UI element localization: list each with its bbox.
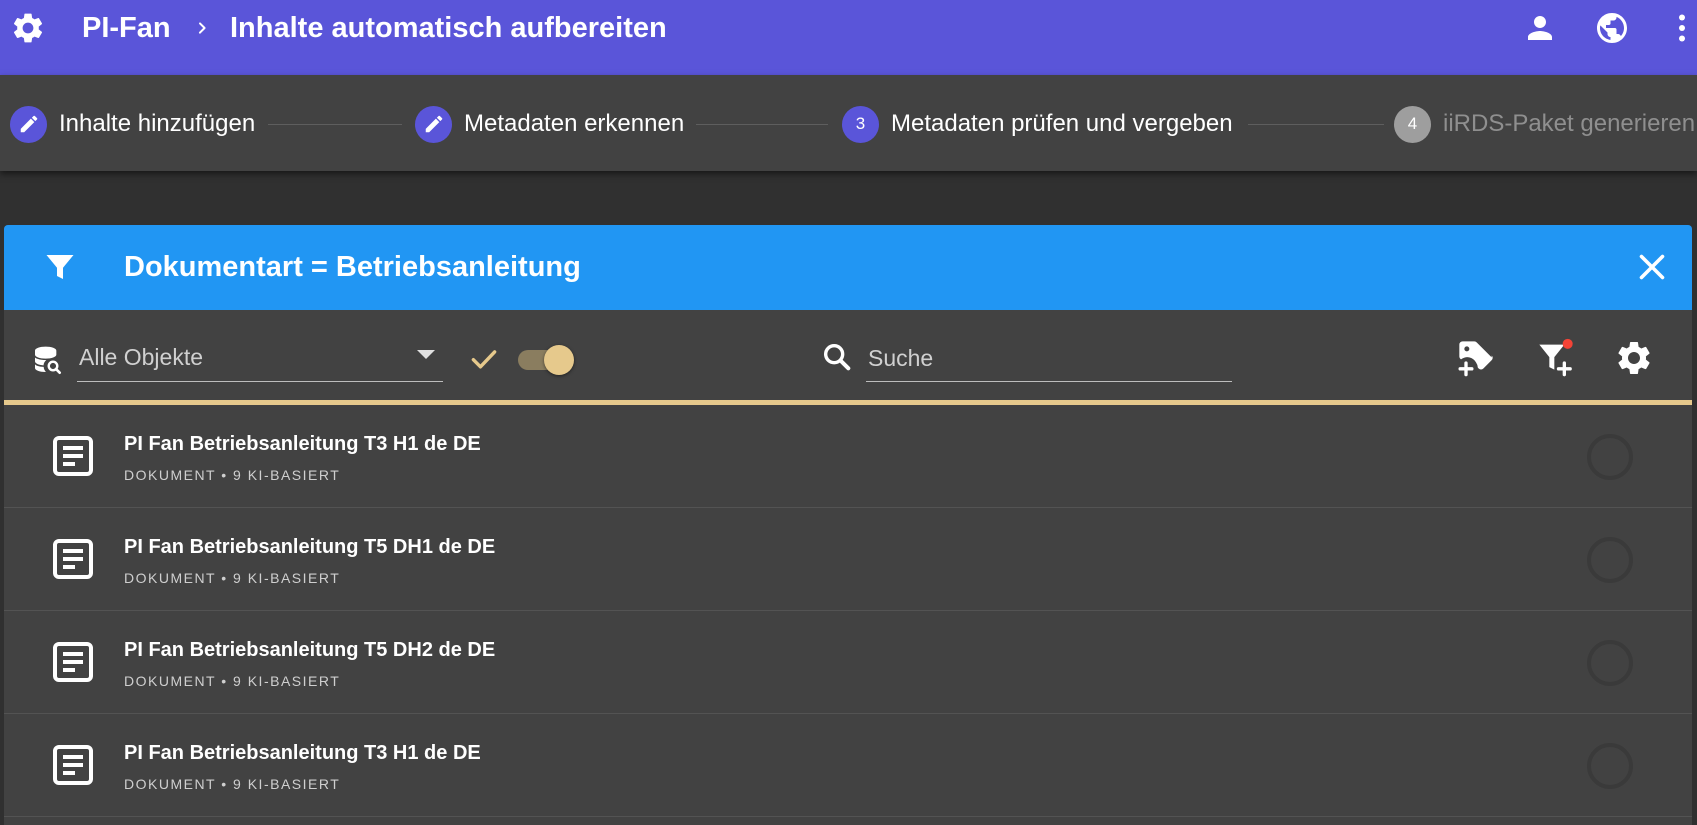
list-item[interactable]: PI Fan Betriebsanleitung T3 H1 de DE DOK… xyxy=(4,405,1692,508)
filter-icon xyxy=(46,255,74,279)
step-label: iiRDS-Paket generieren xyxy=(1443,110,1696,137)
stepper: Inhalte hinzufügen Metadaten erkennen 3 … xyxy=(0,75,1697,171)
check-icon[interactable] xyxy=(467,342,501,376)
filter-plus-icon[interactable] xyxy=(1536,338,1576,378)
document-icon xyxy=(53,436,93,476)
filter-text: Dokumentart = Betriebsanleitung xyxy=(124,251,581,283)
item-select-radio[interactable] xyxy=(1587,537,1633,583)
app-toolbar: PI-Fan Inhalte automatisch aufbereiten xyxy=(0,0,1697,75)
document-icon xyxy=(53,539,93,579)
item-subtitle: DOKUMENT • 9 KI-BASIERT xyxy=(124,467,341,483)
globe-icon[interactable] xyxy=(1594,10,1630,46)
step-connector xyxy=(268,124,402,125)
edit-icon xyxy=(415,105,452,143)
step-inhalte-hinzufuegen[interactable]: Inhalte hinzufügen xyxy=(10,105,255,143)
close-icon[interactable] xyxy=(1634,249,1670,285)
step-label: Metadaten erkennen xyxy=(464,110,685,137)
edit-icon xyxy=(10,105,47,143)
active-filter-bar: Dokumentart = Betriebsanleitung xyxy=(4,225,1692,310)
notification-dot xyxy=(1562,338,1573,349)
step-label: Inhalte hinzufügen xyxy=(59,110,256,137)
gear-icon[interactable] xyxy=(10,10,46,46)
reviewed-toggle[interactable] xyxy=(516,342,574,376)
search-icon xyxy=(823,343,851,371)
document-list: PI Fan Betriebsanleitung T3 H1 de DE DOK… xyxy=(4,405,1692,817)
more-vert-icon[interactable] xyxy=(1664,10,1697,46)
step-number: 4 xyxy=(1394,105,1431,143)
item-subtitle: DOKUMENT • 9 KI-BASIERT xyxy=(124,673,341,689)
item-title: PI Fan Betriebsanleitung T5 DH2 de DE xyxy=(124,639,496,661)
step-number: 3 xyxy=(842,105,879,143)
content-panel: Dokumentart = Betriebsanleitung Alle Obj… xyxy=(4,225,1692,825)
page-title: Inhalte automatisch aufbereiten xyxy=(230,12,667,44)
step-connector xyxy=(696,124,828,125)
item-subtitle: DOKUMENT • 9 KI-BASIERT xyxy=(124,570,341,586)
item-subtitle: DOKUMENT • 9 KI-BASIERT xyxy=(124,776,341,792)
person-icon[interactable] xyxy=(1522,10,1558,46)
app-name[interactable]: PI-Fan xyxy=(82,10,171,46)
database-search-icon xyxy=(35,346,61,374)
chevron-right-icon xyxy=(198,22,206,34)
list-item[interactable]: PI Fan Betriebsanleitung T3 H1 de DE DOK… xyxy=(4,714,1692,817)
item-select-radio[interactable] xyxy=(1587,640,1633,686)
step-label: Metadaten prüfen und vergeben xyxy=(891,110,1233,137)
object-type-value: Alle Objekte xyxy=(79,344,204,370)
step-metadaten-pruefen[interactable]: 3 Metadaten prüfen und vergeben xyxy=(842,105,1233,143)
item-title: PI Fan Betriebsanleitung T5 DH1 de DE xyxy=(124,536,496,558)
item-select-radio[interactable] xyxy=(1587,434,1633,480)
tag-plus-icon[interactable] xyxy=(1456,338,1496,378)
caret-down-icon xyxy=(417,350,435,359)
item-title: PI Fan Betriebsanleitung T3 H1 de DE xyxy=(124,742,481,764)
search-input[interactable] xyxy=(868,340,1228,376)
document-icon xyxy=(53,642,93,682)
step-connector xyxy=(1248,124,1384,125)
search-field xyxy=(866,332,1232,382)
step-metadaten-erkennen[interactable]: Metadaten erkennen xyxy=(415,105,684,143)
document-icon xyxy=(53,745,93,785)
item-title: PI Fan Betriebsanleitung T3 H1 de DE xyxy=(124,433,481,455)
object-type-select[interactable]: Alle Objekte xyxy=(77,332,443,382)
gear-icon[interactable] xyxy=(1614,338,1654,378)
item-select-radio[interactable] xyxy=(1587,743,1633,789)
list-item[interactable]: PI Fan Betriebsanleitung T5 DH2 de DE DO… xyxy=(4,611,1692,714)
list-item[interactable]: PI Fan Betriebsanleitung T5 DH1 de DE DO… xyxy=(4,508,1692,611)
list-toolbar: Alle Objekte xyxy=(4,310,1692,400)
step-iirds-paket-generieren[interactable]: 4 iiRDS-Paket generieren xyxy=(1394,105,1695,143)
